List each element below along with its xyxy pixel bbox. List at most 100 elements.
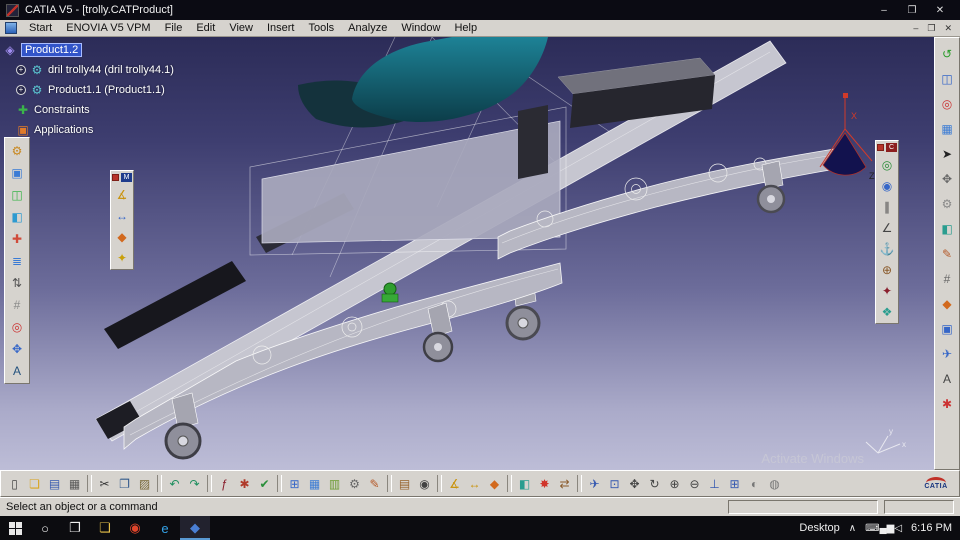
menu-help[interactable]: Help [447,22,484,34]
menu-insert[interactable]: Insert [260,22,302,34]
check-icon[interactable]: ✔ [255,474,274,493]
print-icon[interactable]: ▦ [65,474,84,493]
fit-all-icon[interactable]: ⊡ [605,474,624,493]
chart-icon[interactable]: ▥ [325,474,344,493]
menu-start[interactable]: Start [22,22,59,34]
document-icon[interactable] [5,22,17,34]
burst-icon[interactable]: ✱ [938,394,957,413]
redo-icon[interactable]: ↷ [185,474,204,493]
swap-icon[interactable]: ⇄ [555,474,574,493]
quick-constraint-icon[interactable]: ✦ [878,281,897,300]
tree-item-dril-trolly44[interactable]: + ⚙ dril trolly44 (dril trolly44.1) [16,60,174,80]
calculator-icon[interactable]: ⊞ [285,474,304,493]
compass[interactable]: X Z [819,93,875,181]
shoe-model[interactable] [298,37,548,128]
inertia-icon[interactable]: ◆ [938,294,957,313]
minimize-button[interactable]: – [870,1,898,19]
menu-view[interactable]: View [222,22,260,34]
measure-between-icon[interactable]: ↔ [113,206,132,225]
contact-constraint-icon[interactable]: ◉ [878,176,897,195]
pen-icon[interactable]: ✎ [365,474,384,493]
gear-icon[interactable]: ⚙ [938,194,957,213]
measure-item-icon[interactable]: ∡ [113,185,132,204]
gears-icon[interactable]: ⚙ [345,474,364,493]
mdi-restore-button[interactable]: ❐ [927,23,935,34]
annotation-icon[interactable]: A [8,361,27,380]
mdi-close-button[interactable]: ✕ [944,23,952,34]
close-icon[interactable] [877,143,884,151]
clash-icon[interactable]: ✸ [535,474,554,493]
menu-file[interactable]: File [158,22,190,34]
expand-icon[interactable]: + [16,85,26,95]
update-icon[interactable]: ↺ [938,44,957,63]
fix-together-icon[interactable]: ⊕ [878,260,897,279]
tree-item-constraints[interactable]: + ✚ Constraints [16,100,174,120]
network-icon[interactable]: ▄▆ [880,523,895,534]
smart-move-icon[interactable]: ✥ [8,339,27,358]
angle-constraint-icon[interactable]: ∠ [878,218,897,237]
taskbar-clock[interactable]: 6:16 PM [911,522,952,534]
text-icon[interactable]: A [938,369,957,388]
catia-taskbar-button[interactable]: ◆ [180,516,210,540]
offset-constraint-icon[interactable]: ∥ [878,197,897,216]
menu-edit[interactable]: Edit [189,22,222,34]
numbering-icon[interactable]: # [8,295,27,314]
menu-window[interactable]: Window [394,22,447,34]
fx-icon[interactable]: ƒ [215,474,234,493]
normal-view-icon[interactable]: ⊥ [705,474,724,493]
expand-icon[interactable]: + [16,65,26,75]
gear-gold-icon[interactable]: ⚙ [8,141,27,160]
save-icon[interactable]: ▤ [45,474,64,493]
zoom-out-icon[interactable]: ⊖ [685,474,704,493]
new-part-icon[interactable]: ◧ [8,207,27,226]
window-layout-icon[interactable]: ◫ [938,69,957,88]
tree-item-product1-2[interactable]: + ◈ Product1.2 [3,40,174,60]
flexible-rigid-icon[interactable]: ❖ [878,302,897,321]
inertia-icon[interactable]: ◆ [485,474,504,493]
close-icon[interactable] [112,173,119,181]
menu-analyze[interactable]: Analyze [341,22,394,34]
file-explorer-button[interactable]: ❏ [90,516,120,540]
anchor-constraint-icon[interactable]: ⚓ [878,239,897,258]
copy-icon[interactable]: ❐ [115,474,134,493]
measure-between-icon[interactable]: ↔ [465,474,484,493]
tree-item-applications[interactable]: + ▣ Applications [16,120,174,140]
grid-icon[interactable]: ▦ [305,474,324,493]
catalog-icon[interactable]: ▤ [395,474,414,493]
fly-icon[interactable]: ✈ [585,474,604,493]
menu-enovia-v5-vpm[interactable]: ENOVIA V5 VPM [59,22,157,34]
coincidence-constraint-icon[interactable]: ◎ [878,155,897,174]
reorder-icon[interactable]: ⇅ [8,273,27,292]
menu-tools[interactable]: Tools [301,22,341,34]
camera-icon[interactable]: ◉ [415,474,434,493]
constraints-palette-header[interactable]: C [876,141,898,153]
command-field[interactable] [728,500,878,514]
open-icon[interactable]: ❏ [25,474,44,493]
new-component-icon[interactable]: ▣ [8,163,27,182]
sectioning-icon[interactable]: ◧ [515,474,534,493]
browser-red-button[interactable]: ◉ [120,516,150,540]
measure-inertia-icon[interactable]: ◆ [113,227,132,246]
mdi-minimize-button[interactable]: – [913,23,918,34]
cortana-button[interactable]: ○ [30,516,60,540]
maximize-button[interactable]: ❐ [898,1,926,19]
graph-tree-icon[interactable]: ≣ [8,251,27,270]
pan-icon[interactable]: ✥ [625,474,644,493]
measure-icon[interactable]: ∡ [445,474,464,493]
new-product-icon[interactable]: ◫ [8,185,27,204]
move-icon[interactable]: ✥ [938,169,957,188]
start-button[interactable] [0,516,30,540]
multi-view-icon[interactable]: ⊞ [725,474,744,493]
task-view-button[interactable]: ❐ [60,516,90,540]
frame-icon[interactable]: ▣ [938,319,957,338]
rotate-icon[interactable]: ↻ [645,474,664,493]
viewport-3d[interactable]: X Z x y + ◈ Product1.2 + [0,37,934,470]
snap-icon[interactable]: ◎ [8,317,27,336]
tray-chevron-icon[interactable]: ∧ [849,523,856,534]
tree-item-product1-1[interactable]: + ⚙ Product1.1 (Product1.1) [16,80,174,100]
target-icon[interactable]: ◎ [938,94,957,113]
split-icon[interactable]: ◧ [938,219,957,238]
close-button[interactable]: ✕ [926,1,954,19]
volume-icon[interactable]: ◁ [894,523,902,534]
desktop-label[interactable]: Desktop [799,522,839,534]
